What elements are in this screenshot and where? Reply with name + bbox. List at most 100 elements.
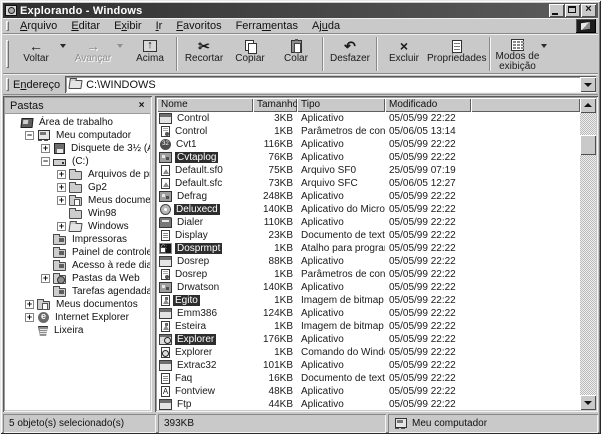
file-row[interactable]: Control3KBAplicativo05/05/99 22:22 xyxy=(157,112,580,125)
expand-minus-box[interactable] xyxy=(25,131,34,140)
file-row[interactable]: Dosprmpt1KBAtalho para program...05/05/9… xyxy=(157,242,580,255)
file-row[interactable]: Fontview48KBAplicativo05/05/99 22:22 xyxy=(157,385,580,398)
delete-button[interactable]: ×Excluir xyxy=(381,36,427,72)
tree-item-acesso-rede-dial-up[interactable]: Acesso à rede dial-up xyxy=(5,259,150,272)
delete-x-icon: × xyxy=(400,38,408,54)
addressbar-grip[interactable] xyxy=(6,78,9,91)
tree-item-impressoras[interactable]: Impressoras xyxy=(5,233,150,246)
menu-item-ferramentas[interactable]: Ferramentas xyxy=(229,19,305,33)
file-row[interactable]: Faq16KBDocumento de texto05/05/99 22:22 xyxy=(157,372,580,385)
minimize-button[interactable] xyxy=(549,4,564,17)
file-row[interactable]: Dosrep1KBParâmetros de confi...05/05/99 … xyxy=(157,268,580,281)
status-location: Meu computador xyxy=(388,414,598,433)
tree-item-windows[interactable]: Windows xyxy=(5,220,150,233)
expand-minus-box[interactable] xyxy=(41,157,50,166)
file-row[interactable]: Explorer176KBAplicativo05/05/99 22:22 xyxy=(157,333,580,346)
file-row[interactable]: Display23KBDocumento de texto05/05/99 22… xyxy=(157,229,580,242)
scroll-down-button[interactable] xyxy=(580,395,596,410)
file-row[interactable]: Control1KBParâmetros de confi...05/06/05… xyxy=(157,125,580,138)
menu-item-ajuda[interactable]: Ajuda xyxy=(305,19,347,33)
file-row[interactable]: Esteira1KBImagem de bitmap05/05/99 22:22 xyxy=(157,320,580,333)
vertical-scrollbar[interactable] xyxy=(580,98,596,410)
file-row[interactable]: Emm386124KBAplicativo05/05/99 22:22 xyxy=(157,307,580,320)
tree-item-pastas-da-web[interactable]: Pastas da Web xyxy=(5,272,150,285)
cut-button[interactable]: ✂Recortar xyxy=(181,36,227,72)
tree-item-internet-explorer[interactable]: Internet Explorer xyxy=(5,311,150,324)
file-row[interactable]: Drwatson140KBAplicativo05/05/99 22:22 xyxy=(157,281,580,294)
menu-item-ir[interactable]: Ir xyxy=(149,19,170,33)
text-doc-file-icon xyxy=(161,230,170,241)
tree-item-gp2[interactable]: Gp2 xyxy=(5,181,150,194)
titlebar[interactable]: Explorando - Windows × xyxy=(3,3,598,18)
tree-item--rea-de-trabalho[interactable]: Área de trabalho xyxy=(5,116,150,129)
menu-item-editar[interactable]: Editar xyxy=(64,19,107,33)
paste-button[interactable]: Colar xyxy=(273,36,319,72)
up-button[interactable]: Acima xyxy=(127,36,173,72)
expand-plus-box[interactable] xyxy=(25,313,34,322)
file-row[interactable]: Ftp44KBAplicativo05/05/99 22:22 xyxy=(157,398,580,410)
tree-item-meu-computador[interactable]: Meu computador xyxy=(5,129,150,142)
list-header: NomeTamanhoTipoModificado xyxy=(157,98,580,112)
file-row[interactable]: Explorer1KBComando do Windo...05/05/99 2… xyxy=(157,346,580,359)
file-name-label: Drwatson xyxy=(175,282,221,293)
file-row[interactable]: Cvtaplog76KBAplicativo05/05/99 22:22 xyxy=(157,151,580,164)
file-row[interactable]: Dialer110KBAplicativo05/05/99 22:22 xyxy=(157,216,580,229)
folder-tools-icon xyxy=(53,249,66,258)
file-row[interactable]: Egito1KBImagem de bitmap05/05/99 22:22 xyxy=(157,294,580,307)
copy-button[interactable]: Copiar xyxy=(227,36,273,72)
file-row[interactable]: Deluxecd140KBAplicativo do Micros...05/0… xyxy=(157,203,580,216)
column-header-tipo[interactable]: Tipo xyxy=(297,98,385,112)
file-row[interactable]: Default.sfc73KBArquivo SFC05/06/05 12:27 xyxy=(157,177,580,190)
tree-item-arquivos-de-programas[interactable]: Arquivos de programas xyxy=(5,168,150,181)
expand-plus-box[interactable] xyxy=(57,196,66,205)
address-combo[interactable]: C:\WINDOWS xyxy=(65,76,596,93)
scroll-up-button[interactable] xyxy=(580,98,596,113)
expand-plus-box[interactable] xyxy=(41,274,50,283)
expand-plus-box[interactable] xyxy=(57,222,66,231)
file-row[interactable]: Default.sf075KBArquivo SF025/05/99 07:19 xyxy=(157,164,580,177)
tree-item-disquete-de-3-a-[interactable]: Disquete de 3½ (A:) xyxy=(5,142,150,155)
expand-plus-box[interactable] xyxy=(57,170,66,179)
file-row[interactable]: Cvt1116KBAplicativo05/05/99 22:22 xyxy=(157,138,580,151)
tree-item-meus-documentos[interactable]: Meus documentos xyxy=(5,194,150,207)
toolbar-grip[interactable] xyxy=(6,40,9,68)
views-button[interactable]: Modos de exibição xyxy=(494,36,540,72)
file-size-cell: 176KB xyxy=(253,334,297,345)
properties-button[interactable]: Propriedades xyxy=(427,36,486,72)
scroll-track[interactable] xyxy=(580,155,596,395)
close-button[interactable]: × xyxy=(581,4,596,17)
column-header-modificado[interactable]: Modificado xyxy=(385,98,471,112)
menu-item-favoritos[interactable]: Favoritos xyxy=(169,19,228,33)
tree-item-win98[interactable]: Win98 xyxy=(5,207,150,220)
forward-button[interactable]: →Avançar xyxy=(70,36,116,72)
expand-plus-box[interactable] xyxy=(25,300,34,309)
file-row[interactable]: Extrac32101KBAplicativo05/05/99 22:22 xyxy=(157,359,580,372)
column-header-tamanho[interactable]: Tamanho xyxy=(253,98,297,112)
file-row[interactable]: Dosrep88KBAplicativo05/05/99 22:22 xyxy=(157,255,580,268)
address-dropdown-button[interactable] xyxy=(580,77,596,92)
file-name-cell: Faq xyxy=(157,373,253,384)
expand-plus-box[interactable] xyxy=(57,183,66,192)
folders-pane-header: Pastas × xyxy=(5,98,150,114)
toolbar: ←Voltar →Avançar Acima✂RecortarCopiarColar… xyxy=(3,34,598,74)
tree-item--c-[interactable]: (C:) xyxy=(5,155,150,168)
menu-item-arquivo[interactable]: Arquivo xyxy=(13,19,64,33)
file-name-cell: Cvt1 xyxy=(157,139,253,150)
views-dropdown-caret[interactable] xyxy=(541,44,547,48)
forward-dropdown-caret[interactable] xyxy=(117,44,123,48)
restore-button[interactable] xyxy=(565,4,580,17)
folders-close-button[interactable]: × xyxy=(135,100,148,112)
tree-item-painel-de-controle[interactable]: Painel de controle xyxy=(5,246,150,259)
back-button[interactable]: ←Voltar xyxy=(13,36,59,72)
tree-item-tarefas-agendadas[interactable]: Tarefas agendadas xyxy=(5,285,150,298)
menubar-grip[interactable] xyxy=(6,21,9,30)
scroll-thumb[interactable] xyxy=(580,135,596,155)
file-row[interactable]: Defrag248KBAplicativo05/05/99 22:22 xyxy=(157,190,580,203)
expand-plus-box[interactable] xyxy=(41,144,50,153)
tree-item-meus-documentos[interactable]: Meus documentos xyxy=(5,298,150,311)
back-dropdown-caret[interactable] xyxy=(60,44,66,48)
undo-button[interactable]: ↶Desfazer xyxy=(327,36,373,72)
column-header-nome[interactable]: Nome xyxy=(157,98,253,112)
menu-item-exibir[interactable]: Exibir xyxy=(107,19,149,33)
tree-item-lixeira[interactable]: Lixeira xyxy=(5,324,150,337)
